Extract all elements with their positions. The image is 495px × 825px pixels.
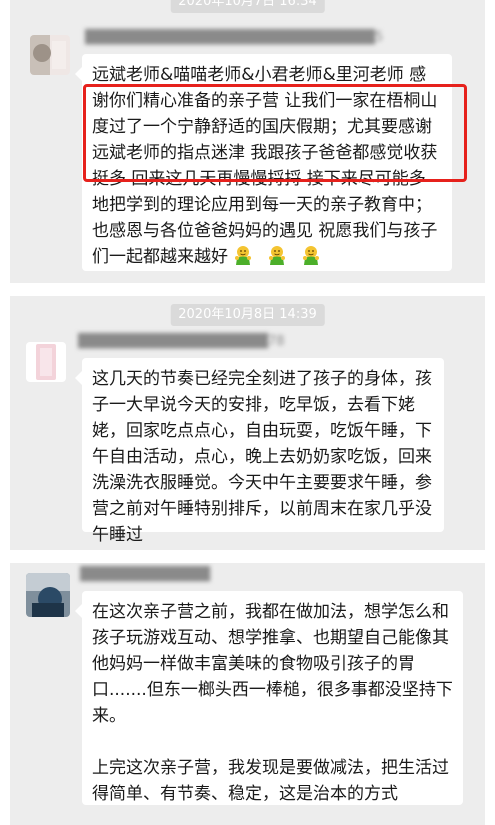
message-text: 远斌老师&喵喵老师&小君老师&里河老师 感谢你们精心准备的亲子营 让我们一家在梧… [92, 65, 438, 267]
sender-name: █████████████ [80, 567, 210, 582]
avatar[interactable] [30, 35, 70, 75]
avatar-image [26, 573, 70, 617]
message-paragraph: 在这次亲子营之前，我都在做加法，想学怎么和孩子玩游戏互动、想学推拿、也期望自己能… [92, 602, 453, 726]
chat-screenshot-3: █████████████ 在这次亲子营之前，我都在做加法，想学怎么和孩子玩游戏… [10, 563, 485, 825]
message-bubble[interactable]: 在这次亲子营之前，我都在做加法，想学怎么和孩子玩游戏互动、想学推拿、也期望自己能… [75, 591, 463, 805]
sender-name: █████████████████████████████5 [85, 30, 384, 45]
chat-screenshot-1: 2020年10月7日 16:34 ███████████████████████… [10, 0, 485, 283]
hug-emoji-icon [267, 245, 287, 265]
emoji-row [233, 245, 335, 267]
message-bubble[interactable]: 远斌老师&喵喵老师&小君老师&里河老师 感谢你们精心准备的亲子营 让我们一家在梧… [75, 54, 452, 271]
avatar-image [26, 342, 66, 382]
message-paragraph: 上完这次亲子营，我发现是要做减法，把生活过得简单、有节奏、稳定，这是治本的方式 [92, 758, 449, 804]
avatar[interactable] [26, 573, 70, 617]
message-text: 这几天的节奏已经完全刻进了孩子的身体，孩子一大早说今天的安排，吃早饭，去看下姥姥… [92, 369, 432, 545]
sender-name: ███████████████████78 [78, 334, 285, 349]
avatar[interactable] [26, 342, 66, 382]
hug-emoji-icon [301, 245, 321, 265]
hug-emoji-icon [233, 245, 253, 265]
message-bubble[interactable]: 这几天的节奏已经完全刻进了孩子的身体，孩子一大早说今天的安排，吃早饭，去看下姥姥… [75, 358, 444, 545]
timestamp: 2020年10月8日 14:39 [170, 304, 325, 326]
timestamp: 2020年10月7日 16:34 [170, 0, 325, 13]
avatar-image [30, 35, 70, 75]
chat-screenshot-2: 2020年10月8日 14:39 ███████████████████78 这… [10, 296, 485, 550]
